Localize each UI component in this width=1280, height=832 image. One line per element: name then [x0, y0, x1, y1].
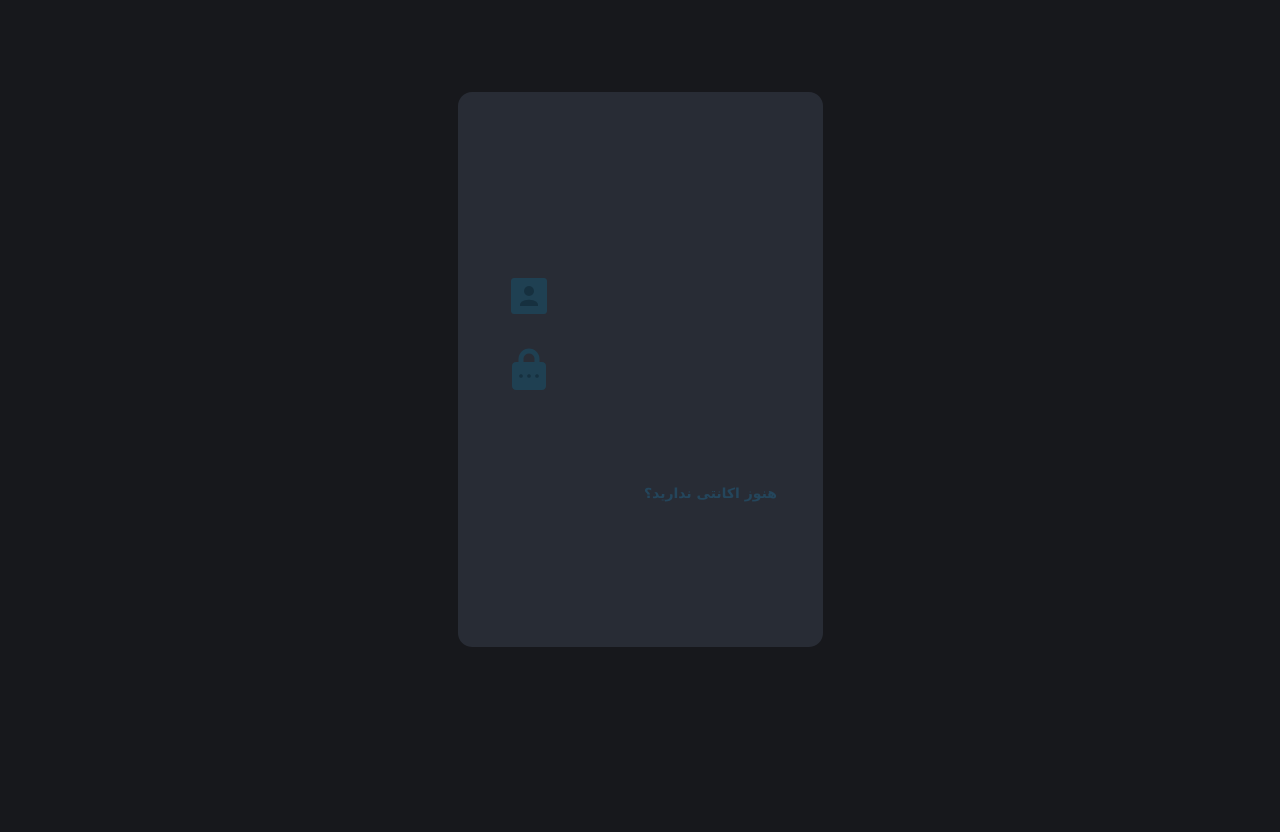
login-card: هنوز اکانتی ندارید؟: [458, 92, 823, 647]
user-icon: [510, 272, 548, 318]
signup-link[interactable]: هنوز اکانتی ندارید؟: [644, 486, 777, 502]
login-page: هنوز اکانتی ندارید؟: [0, 0, 1280, 832]
signup-row: هنوز اکانتی ندارید؟: [578, 483, 777, 507]
lock-icon: [510, 344, 548, 390]
username-row: [510, 272, 775, 318]
username-input[interactable]: [562, 276, 766, 314]
password-input[interactable]: [562, 348, 766, 386]
password-row: [510, 344, 775, 390]
